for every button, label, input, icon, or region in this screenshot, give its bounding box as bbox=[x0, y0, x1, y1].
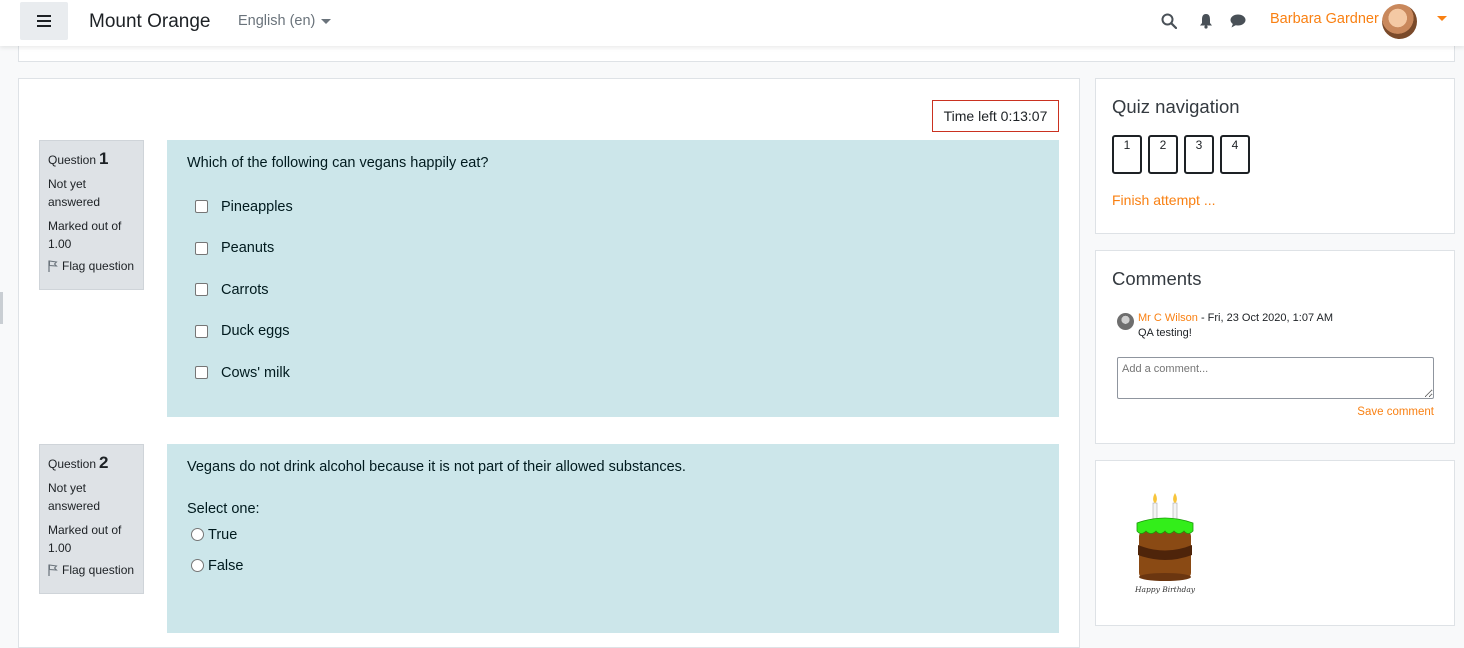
messages-icon[interactable] bbox=[1230, 14, 1246, 28]
answer-checkbox[interactable] bbox=[195, 283, 208, 297]
bell-icon[interactable] bbox=[1199, 13, 1213, 29]
flag-question-link[interactable]: Flag question bbox=[48, 259, 135, 273]
drawer-edge bbox=[0, 292, 3, 324]
question-text: Vegans do not drink alcohol because it i… bbox=[187, 459, 686, 475]
comment-input[interactable] bbox=[1117, 357, 1434, 399]
birthday-cake-image: Happy Birthday bbox=[1134, 493, 1196, 594]
answer-checkbox[interactable] bbox=[195, 324, 208, 338]
comment-avatar bbox=[1117, 313, 1134, 330]
flag-question-link[interactable]: Flag question bbox=[48, 563, 135, 577]
answer-label: Cows' milk bbox=[221, 364, 290, 381]
search-icon[interactable] bbox=[1161, 13, 1177, 29]
answer-label: Duck eggs bbox=[221, 323, 290, 340]
answer-label: Peanuts bbox=[221, 240, 275, 257]
question-content-1: Which of the following can vegans happil… bbox=[167, 140, 1059, 417]
answer-radio[interactable] bbox=[191, 528, 204, 541]
block-title: Quiz navigation bbox=[1112, 96, 1240, 117]
answer-checkbox[interactable] bbox=[195, 366, 208, 380]
quiz-navigation-block: Quiz navigation 1 2 3 4 Finish attempt .… bbox=[1095, 78, 1455, 234]
answer-checkbox[interactable] bbox=[195, 241, 208, 255]
user-menu-caret-icon[interactable] bbox=[1437, 16, 1447, 21]
answer-label: Carrots bbox=[221, 281, 269, 298]
answer-option[interactable]: Peanuts bbox=[187, 228, 1039, 270]
comments-block: Comments Mr C Wilson - Fri, 23 Oct 2020,… bbox=[1095, 250, 1455, 444]
comment-item: Mr C Wilson - Fri, 23 Oct 2020, 1:07 AM … bbox=[1117, 312, 1333, 339]
answer-option[interactable]: Carrots bbox=[187, 269, 1039, 311]
quiz-nav-buttons: 1 2 3 4 bbox=[1112, 135, 1250, 174]
flag-icon bbox=[48, 260, 58, 272]
site-name[interactable]: Mount Orange bbox=[89, 11, 210, 33]
language-label: English (en) bbox=[238, 13, 316, 29]
question-number: Question 1 bbox=[48, 149, 109, 168]
navbar: Mount Orange English (en) Barbara Gardne… bbox=[0, 0, 1464, 46]
caret-down-icon bbox=[321, 18, 332, 24]
select-one-prompt: Select one: bbox=[187, 501, 260, 517]
answer-option[interactable]: False bbox=[187, 550, 1039, 581]
question-text: Which of the following can vegans happil… bbox=[187, 155, 489, 171]
user-menu-name[interactable]: Barbara Gardner bbox=[1270, 11, 1379, 27]
comment-text: QA testing! bbox=[1138, 327, 1192, 339]
question-state: Not yet answered bbox=[48, 177, 101, 209]
comment-date: - Fri, 23 Oct 2020, 1:07 AM bbox=[1197, 312, 1334, 324]
language-menu[interactable]: English (en) bbox=[238, 13, 332, 29]
block-title: Comments bbox=[1112, 268, 1202, 289]
quiz-nav-button-1[interactable]: 1 bbox=[1112, 135, 1142, 174]
answer-option[interactable]: True bbox=[187, 519, 1039, 550]
question-state: Not yet answered bbox=[48, 481, 101, 513]
answer-radio[interactable] bbox=[191, 559, 204, 572]
quiz-timer: Time left 0:13:07 bbox=[932, 100, 1059, 132]
timer-text: Time left 0:13:07 bbox=[943, 108, 1048, 124]
question-info-1: Question 1 Not yet answered Marked out of… bbox=[39, 140, 144, 290]
answer-label: True bbox=[208, 526, 238, 543]
answer-option[interactable]: Duck eggs bbox=[187, 311, 1039, 353]
hamburger-icon bbox=[37, 15, 51, 27]
answer-checkbox[interactable] bbox=[195, 200, 208, 214]
question-grade: Marked out of 1.00 bbox=[48, 219, 122, 251]
user-avatar[interactable] bbox=[1382, 4, 1417, 39]
cake-caption: Happy Birthday bbox=[1134, 585, 1196, 594]
birthday-block: Happy Birthday bbox=[1095, 460, 1455, 626]
answer-option[interactable]: Cows' milk bbox=[187, 352, 1039, 394]
save-comment-link[interactable]: Save comment bbox=[1357, 406, 1434, 418]
answer-option[interactable]: Pineapples bbox=[187, 186, 1039, 228]
quiz-nav-button-2[interactable]: 2 bbox=[1148, 135, 1178, 174]
answer-label: False bbox=[208, 557, 244, 574]
question-grade: Marked out of 1.00 bbox=[48, 523, 122, 555]
comment-author-link[interactable]: Mr C Wilson bbox=[1138, 312, 1198, 324]
answer-label: Pineapples bbox=[221, 198, 293, 215]
finish-attempt-link[interactable]: Finish attempt ... bbox=[1112, 192, 1215, 208]
quiz-nav-button-4[interactable]: 4 bbox=[1220, 135, 1250, 174]
question-info-2: Question 2 Not yet answered Marked out of… bbox=[39, 444, 144, 594]
question-content-2: Vegans do not drink alcohol because it i… bbox=[167, 444, 1059, 633]
quiz-nav-button-3[interactable]: 3 bbox=[1184, 135, 1214, 174]
question-number: Question 2 bbox=[48, 453, 109, 472]
drawer-toggle-button[interactable] bbox=[20, 2, 68, 40]
flag-icon bbox=[48, 564, 58, 576]
